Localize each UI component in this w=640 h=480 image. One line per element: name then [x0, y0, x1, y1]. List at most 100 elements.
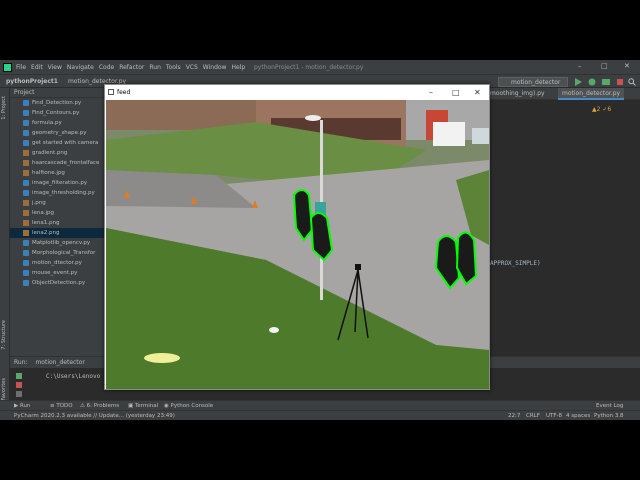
project-file-label: get started with camera [32, 140, 99, 146]
feed-minimize-button[interactable]: – [429, 85, 433, 100]
menu-run[interactable]: Run [149, 64, 161, 71]
structure-tool-tab[interactable]: 7: Structure [1, 320, 7, 350]
menu-vcs[interactable]: VCS [186, 64, 198, 71]
menu-refactor[interactable]: Refactor [119, 64, 144, 71]
stop-run-icon[interactable] [16, 382, 22, 388]
project-file-item[interactable]: halftone.jpg [10, 168, 104, 178]
project-panel-header[interactable]: Project [10, 88, 104, 98]
python-file-icon [23, 180, 29, 186]
python-console-button[interactable]: ◉ Python Console [164, 402, 213, 410]
menu-tools[interactable]: Tools [166, 64, 181, 71]
project-file-item[interactable]: ObjectDetection.py [10, 278, 104, 288]
project-file-item[interactable]: haarcascade_frontalface [10, 158, 104, 168]
project-file-item[interactable]: Find_Detection.py [10, 98, 104, 108]
project-file-item[interactable]: gradient.png [10, 148, 104, 158]
inspection-indicator[interactable]: ▲2 ✓6 [592, 106, 611, 113]
caret-position[interactable]: 22:7 [508, 412, 520, 420]
stop-icon[interactable] [616, 78, 624, 86]
image-file-icon [23, 220, 29, 226]
project-panel: Project Find_Detection.py Find_Contours.p… [10, 88, 104, 356]
project-file-item[interactable]: geometry_shape.py [10, 128, 104, 138]
minimize-button[interactable]: – [578, 62, 582, 70]
image-file-icon [23, 160, 29, 166]
project-file-label: formula.py [32, 120, 62, 126]
image-file-icon [23, 230, 29, 236]
project-file-label: Matplotlib_opencv.py [32, 240, 91, 246]
coverage-icon[interactable] [602, 78, 610, 86]
python-file-icon [23, 120, 29, 126]
todo-tool-button[interactable]: ≡ TODO [50, 402, 73, 410]
project-file-item[interactable]: get started with camera [10, 138, 104, 148]
line-separator[interactable]: CRLF [526, 412, 540, 420]
file-encoding[interactable]: UTF-8 [546, 412, 562, 420]
interpreter-setting[interactable]: Python 3.8 [594, 412, 624, 420]
project-tool-tab[interactable]: 1: Project [1, 96, 7, 120]
image-file-icon [23, 150, 29, 156]
menu-code[interactable]: Code [99, 64, 114, 71]
project-file-item[interactable]: Find_Contours.py [10, 108, 104, 118]
feed-title-bar[interactable]: feed – □ ✕ [105, 85, 489, 100]
python-file-icon [23, 100, 29, 106]
status-message[interactable]: PyCharm 2020.2.3 available // Update... … [14, 412, 175, 420]
event-log-button[interactable]: Event Log [596, 402, 623, 410]
editor-tab[interactable]: moothing_img).py [486, 88, 549, 100]
breadcrumb-project[interactable]: pythonProject1 [6, 78, 58, 85]
rerun-icon[interactable] [16, 373, 22, 379]
window-app-icon [108, 89, 114, 95]
project-file-label: halftone.jpg [32, 170, 65, 176]
status-bar: PyCharm 2020.2.3 available // Update... … [0, 410, 640, 420]
maximize-button[interactable]: □ [601, 62, 608, 70]
project-file-item[interactable]: lena2.png [10, 228, 104, 238]
run-icon[interactable] [574, 78, 582, 86]
project-file-item[interactable]: image_filteration.py [10, 178, 104, 188]
project-file-item[interactable]: lena1.png [10, 218, 104, 228]
project-file-item[interactable]: Matplotlib_opencv.py [10, 238, 104, 248]
python-file-icon [23, 240, 29, 246]
project-file-item[interactable]: j.png [10, 198, 104, 208]
debug-icon[interactable] [588, 78, 596, 86]
python-file-icon [23, 250, 29, 256]
search-icon[interactable] [628, 78, 636, 86]
close-button[interactable]: ✕ [624, 62, 630, 70]
feed-close-button[interactable]: ✕ [474, 85, 481, 100]
window-title: pythonProject1 - motion_detector.py [254, 63, 364, 71]
menu-file[interactable]: File [16, 64, 26, 71]
feed-window-title: feed [117, 89, 131, 96]
project-file-item[interactable]: lena.jpg [10, 208, 104, 218]
run-tab[interactable]: motion_detector [35, 359, 84, 366]
menu-view[interactable]: View [48, 64, 62, 71]
menu-help[interactable]: Help [231, 64, 245, 71]
project-file-item[interactable]: motion_dtector.py [10, 258, 104, 268]
title-bar: File Edit View Navigate Code Refactor Ru… [0, 60, 640, 74]
project-file-item[interactable]: mouse_event.py [10, 268, 104, 278]
run-configuration-select[interactable]: motion_detector [498, 77, 568, 87]
terminal-tool-button[interactable]: ▣ Terminal [128, 402, 158, 410]
project-file-item[interactable]: image_thresholding.py [10, 188, 104, 198]
run-tool-button[interactable]: ▶ Run [14, 402, 31, 410]
image-file-icon [23, 170, 29, 176]
feed-maximize-button[interactable]: □ [452, 85, 460, 100]
project-file-label: mouse_event.py [32, 270, 78, 276]
menu-edit[interactable]: Edit [31, 64, 43, 71]
project-file-item[interactable]: formula.py [10, 118, 104, 128]
project-file-label: Find_Contours.py [32, 110, 80, 116]
indent-setting[interactable]: 4 spaces [566, 412, 590, 420]
scroll-icon[interactable] [16, 391, 22, 397]
menu-window[interactable]: Window [203, 64, 227, 71]
feed-window[interactable]: feed – □ ✕ [104, 84, 490, 390]
project-file-item[interactable]: Morphological_Transfor [10, 248, 104, 258]
project-file-label: lena1.png [32, 220, 60, 226]
python-file-icon [23, 140, 29, 146]
problems-tool-button[interactable]: ⚠ 6: Problems [80, 402, 119, 410]
project-file-label: j.png [32, 200, 46, 206]
run-config-label: motion_detector [511, 79, 561, 86]
pycharm-ide: File Edit View Navigate Code Refactor Ru… [0, 60, 640, 420]
project-file-label: ObjectDetection.py [32, 280, 86, 286]
menu-navigate[interactable]: Navigate [67, 64, 94, 71]
editor-tab-active[interactable]: motion_detector.py [558, 88, 625, 100]
project-file-list: Find_Detection.py Find_Contours.pyformula… [10, 98, 104, 288]
python-file-icon [23, 270, 29, 276]
project-file-label: lena.jpg [32, 210, 55, 216]
pycharm-logo-icon [3, 62, 12, 72]
project-file-label: haarcascade_frontalface [32, 160, 100, 166]
